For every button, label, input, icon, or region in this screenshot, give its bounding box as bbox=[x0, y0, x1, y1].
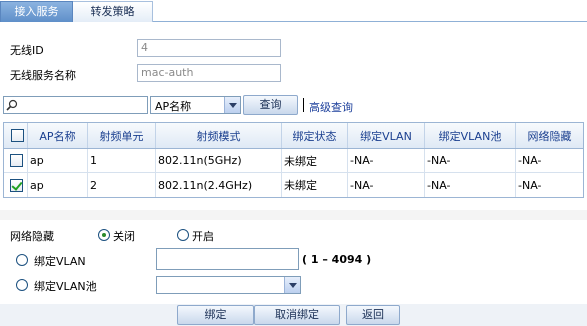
tab-bar: 接入服务 转发策略 bbox=[0, 0, 587, 22]
vlan-range-hint: ( 1 – 4094 ) bbox=[302, 253, 372, 266]
cell-network-hide: -NA- bbox=[518, 154, 542, 167]
header-bind-vlan[interactable]: 绑定VLAN bbox=[348, 123, 425, 148]
cell-bind-status: 未绑定 bbox=[282, 149, 348, 172]
table-header-row: AP名称 射频单元 射频模式 绑定状态 绑定VLAN 绑定VLAN池 网络隐藏 bbox=[4, 123, 583, 149]
cell-radio-mode: 802.11n(2.4GHz) bbox=[156, 173, 282, 197]
tab-access-service[interactable]: 接入服务 bbox=[0, 1, 73, 22]
cell-bind-vlan: -NA- bbox=[348, 173, 425, 197]
cell-bind-vlan: -NA- bbox=[348, 149, 425, 172]
table-row: ap 2 802.11n(2.4GHz) 未绑定 -NA- -NA- -NA- bbox=[4, 173, 583, 197]
advanced-query-link[interactable]: 高级查询 bbox=[309, 99, 353, 115]
section-divider bbox=[0, 210, 587, 220]
cell-ap-name: ap bbox=[28, 173, 88, 197]
tab-forwarding-policy[interactable]: 转发策略 bbox=[73, 1, 153, 22]
network-hide-label: 网络隐藏 bbox=[10, 230, 54, 243]
cell-radio-mode: 802.11n(5GHz) bbox=[156, 149, 282, 172]
service-name-label: 无线服务名称 bbox=[10, 69, 76, 82]
row-checkbox[interactable] bbox=[10, 178, 23, 192]
hide-on-radio[interactable] bbox=[177, 229, 189, 241]
cell-bind-status: 未绑定 bbox=[282, 173, 348, 197]
unbind-button[interactable]: 取消绑定 bbox=[254, 305, 340, 325]
table-row: ap 1 802.11n(5GHz) 未绑定 -NA- -NA- -NA- bbox=[4, 149, 583, 173]
ap-table: AP名称 射频单元 射频模式 绑定状态 绑定VLAN 绑定VLAN池 网络隐藏 … bbox=[3, 122, 584, 198]
select-all-checkbox[interactable] bbox=[11, 129, 24, 142]
row-checkbox[interactable] bbox=[10, 154, 23, 167]
bind-vlan-label: 绑定VLAN bbox=[34, 255, 86, 268]
chevron-down-icon[interactable] bbox=[224, 97, 240, 113]
chevron-down-icon[interactable] bbox=[284, 277, 300, 293]
cell-ap-name: ap bbox=[28, 149, 88, 172]
wireless-id-label: 无线ID bbox=[10, 44, 44, 57]
row-checkbox-cell bbox=[4, 173, 28, 197]
divider bbox=[303, 98, 304, 112]
bind-vlan-radio[interactable] bbox=[16, 254, 28, 266]
cell-bind-vlan-pool: -NA- bbox=[425, 173, 516, 197]
search-field-select-value: AP名称 bbox=[155, 100, 192, 113]
header-network-hide[interactable]: 网络隐藏 bbox=[516, 123, 583, 148]
search-icon bbox=[6, 99, 18, 111]
header-radio-unit[interactable]: 射频单元 bbox=[88, 123, 156, 148]
query-button[interactable]: 查询 bbox=[243, 95, 298, 115]
search-input[interactable] bbox=[3, 96, 148, 114]
wireless-id-field: 4 bbox=[137, 39, 281, 57]
row-checkbox-cell bbox=[4, 149, 28, 172]
search-field-select[interactable]: AP名称 bbox=[150, 96, 241, 114]
hide-off-radio[interactable] bbox=[98, 229, 110, 241]
header-bind-status[interactable]: 绑定状态 bbox=[282, 123, 348, 148]
header-ap-name[interactable]: AP名称 bbox=[28, 123, 88, 148]
bind-vlan-pool-radio[interactable] bbox=[16, 279, 28, 291]
cell-network-hide: -NA- bbox=[518, 178, 542, 192]
back-button[interactable]: 返回 bbox=[346, 305, 400, 325]
cell-radio-unit: 1 bbox=[88, 149, 156, 172]
cell-radio-unit: 2 bbox=[88, 173, 156, 197]
bind-vlan-input[interactable] bbox=[156, 248, 299, 270]
vlan-pool-select[interactable] bbox=[156, 276, 301, 294]
hide-on-label: 开启 bbox=[192, 230, 214, 243]
hide-off-label: 关闭 bbox=[113, 230, 135, 243]
bind-button[interactable]: 绑定 bbox=[177, 305, 254, 325]
bind-vlan-pool-label: 绑定VLAN池 bbox=[34, 280, 97, 293]
cell-bind-vlan-pool: -NA- bbox=[425, 149, 516, 172]
select-all-cell bbox=[4, 123, 28, 148]
service-name-field: mac-auth bbox=[137, 64, 281, 82]
header-bind-vlan-pool[interactable]: 绑定VLAN池 bbox=[425, 123, 516, 148]
header-radio-mode[interactable]: 射频模式 bbox=[156, 123, 282, 148]
